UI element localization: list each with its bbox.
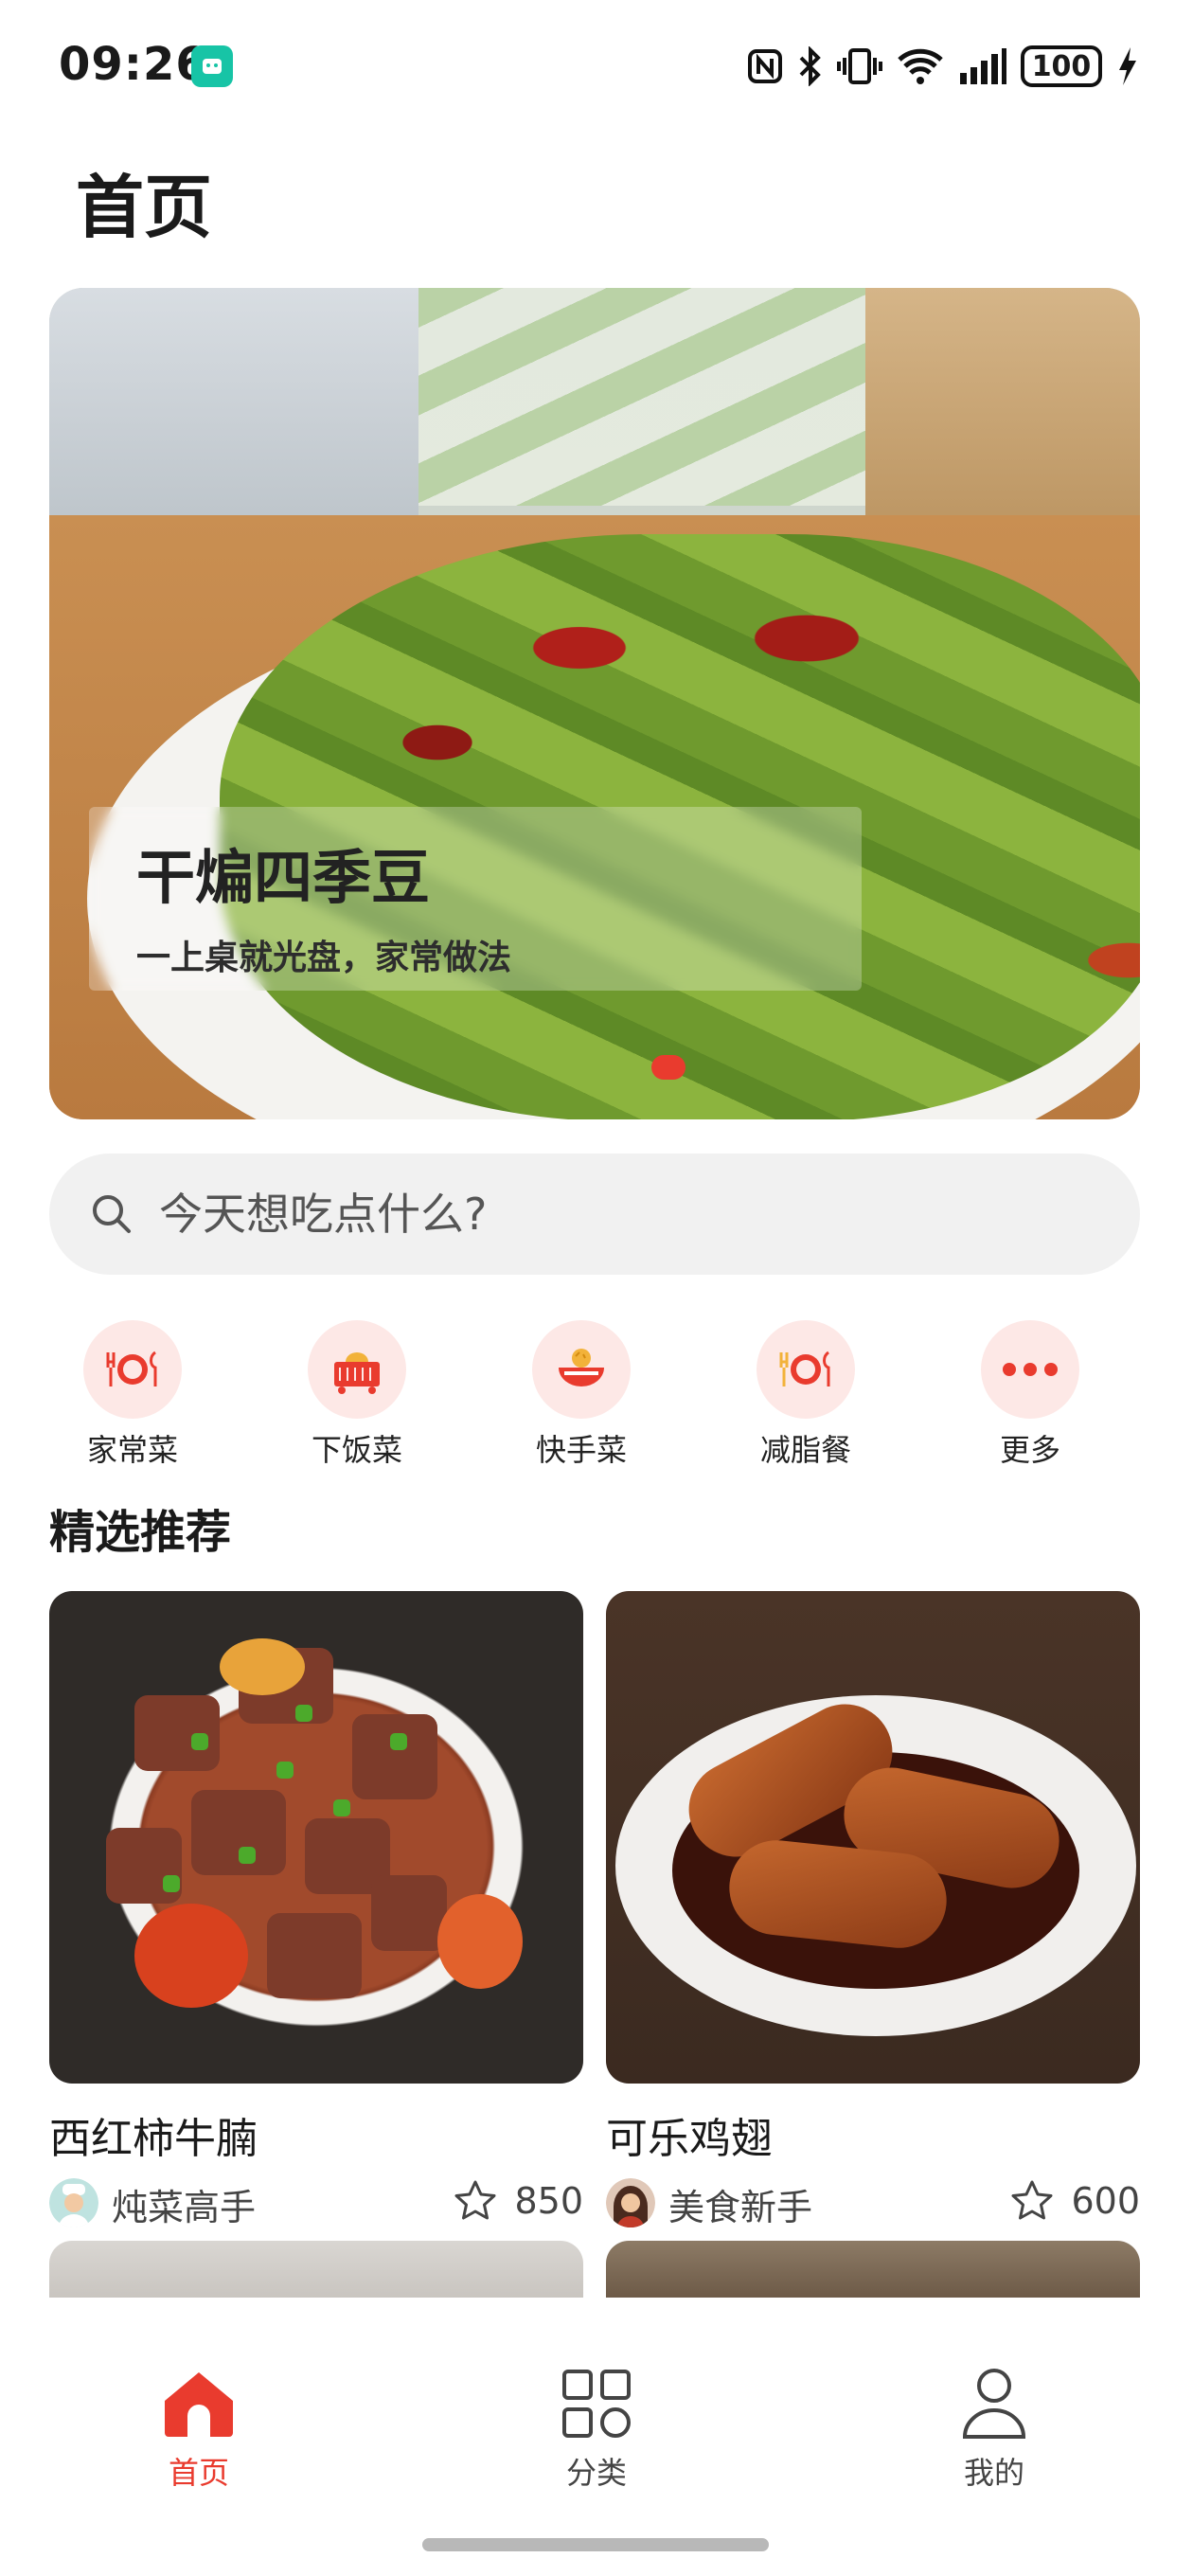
scallion [276,1762,294,1779]
category-label: 快手菜 [535,1432,627,1468]
battery-indicator: 100 [1021,45,1102,87]
recipe-card[interactable]: 可乐鸡翅 美食新手 600 [606,1591,1140,2229]
food-chunk [267,1913,362,1998]
tomato [134,1904,248,2008]
category-quick-dishes[interactable]: 快手菜 [515,1320,648,1470]
rice-cart-icon [308,1320,406,1419]
nav-label: 我的 [963,2455,1024,2491]
recipe-card[interactable]: 西红柿牛腩 炖菜高手 850 [49,1591,583,2229]
status-icons: 100 [746,44,1138,89]
status-bar: 09:26 100 [0,0,1193,133]
category-row: 家常菜 下饭菜 快手菜 减脂餐 更多 [49,1320,1140,1468]
charging-icon [1119,47,1136,85]
food-chunk [352,1714,437,1799]
nav-home[interactable]: 首页 [104,2366,294,2493]
nav-profile[interactable]: 我的 [899,2366,1089,2493]
category-label: 下饭菜 [311,1432,402,1468]
author-name[interactable]: 炖菜高手 [112,2178,256,2230]
avatar[interactable] [49,2178,98,2227]
category-label: 家常菜 [86,1432,178,1468]
scallion [333,1799,350,1816]
banner-pagination-dot[interactable] [651,1055,686,1080]
home-icon [104,2366,294,2442]
bowl-icon [532,1320,631,1419]
food-chunk [371,1875,447,1951]
avatar[interactable] [606,2178,655,2227]
featured-banner[interactable]: 干煸四季豆 一上桌就光盘，家常做法 [49,288,1140,1119]
recipe-meta: 美食新手 600 [606,2173,1140,2229]
category-diet-meals[interactable]: 减脂餐 [739,1320,872,1470]
nav-category[interactable]: 分类 [502,2366,691,2493]
user-icon [899,2366,1089,2442]
banner-title: 干煸四季豆 [136,843,431,912]
nav-label: 首页 [168,2455,229,2491]
nav-label: 分类 [565,2455,627,2491]
banner-bg-leaf [418,288,911,506]
scallion [239,1847,256,1864]
grid-icon [502,2366,691,2442]
star-icon[interactable] [453,2178,498,2224]
status-time: 09:26 [59,38,208,91]
food-chunk [106,1828,182,1904]
category-rice-dishes[interactable]: 下饭菜 [291,1320,423,1470]
category-more[interactable]: 更多 [964,1320,1096,1470]
like-count: 600 [1071,2180,1140,2222]
search-bar[interactable] [49,1154,1140,1275]
recipe-image [606,1591,1140,2084]
food-chunk [191,1790,286,1875]
scallion [163,1875,180,1892]
author-name[interactable]: 美食新手 [668,2178,812,2230]
search-icon [93,1195,131,1233]
home-indicator[interactable] [422,2538,769,2551]
like-count: 850 [514,2180,583,2222]
signal-icon [960,48,1006,84]
category-label: 更多 [999,1432,1060,1468]
category-home-style[interactable]: 家常菜 [66,1320,199,1470]
bottom-navigation: 首页 分类 我的 [0,2298,1193,2576]
recipe-title: 可乐鸡翅 [606,2115,773,2163]
food-chunk [134,1695,220,1771]
tomato [437,1894,523,1989]
scallion [295,1705,312,1722]
more-dots-icon [981,1320,1079,1419]
mi-app-icon [191,45,233,87]
category-label: 减脂餐 [759,1432,851,1468]
plate-cutlery-icon [757,1320,855,1419]
recipe-meta: 炖菜高手 850 [49,2173,583,2229]
section-title: 精选推荐 [49,1506,232,1559]
recipe-card-partial[interactable] [606,2241,1140,2298]
tomato [220,1638,305,1695]
search-input[interactable] [159,1180,1011,1248]
banner-subtitle: 一上桌就光盘，家常做法 [136,939,512,977]
scallion [390,1733,407,1750]
nfc-icon [748,49,782,83]
page-title: 首页 [76,168,213,247]
star-icon[interactable] [1009,2178,1055,2224]
recipe-title: 西红柿牛腩 [49,2115,258,2163]
bluetooth-icon [799,46,821,86]
scallion [191,1733,208,1750]
wifi-icon [898,48,943,84]
recipe-image [49,1591,583,2084]
recipe-card-partial[interactable] [49,2241,583,2298]
vibrate-icon [837,48,882,84]
plate-cutlery-icon [83,1320,182,1419]
